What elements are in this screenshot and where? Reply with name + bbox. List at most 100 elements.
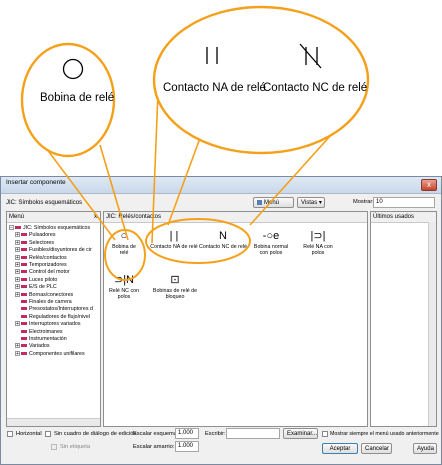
help-button[interactable]: Ayuda — [413, 443, 437, 454]
write-label: Escribir: — [205, 431, 226, 437]
category-icon — [21, 233, 27, 237]
expand-icon[interactable]: + — [15, 247, 20, 253]
menu-icon — [257, 199, 262, 205]
no-contact-callout-label: Contacto NA de relé — [163, 82, 266, 94]
symbol-icon: | | — [169, 230, 179, 242]
symbol-item[interactable]: -○e Bobina normal con polos — [251, 228, 291, 256]
write-field[interactable] — [226, 428, 280, 439]
expand-icon[interactable]: + — [15, 269, 20, 275]
tree-item[interactable]: + Variados — [15, 343, 50, 350]
tree-item-label: Instrumentación — [29, 336, 67, 342]
menu-button[interactable]: Menú — [253, 197, 294, 208]
category-icon — [21, 329, 27, 333]
expand-icon[interactable]: + — [15, 343, 20, 349]
expand-icon[interactable]: + — [15, 276, 20, 282]
tree-item-label: Finales de carrera — [29, 299, 72, 305]
tree-item[interactable]: + E/S de PLC — [15, 284, 57, 291]
symbols-panel: JIC: Relés/contactos ○ Bobina de relé | | C… — [103, 211, 368, 427]
menu-panel-header: Menú x — [7, 212, 100, 223]
tree-item[interactable]: + Relés/contactos — [15, 255, 67, 262]
symbol-label: Contacto NC de relé — [199, 244, 247, 250]
menu-panel: Menú x − JIC: Símbolos esquemáticos + Pulsa… — [6, 211, 101, 427]
category-icon — [21, 322, 27, 326]
insert-component-dialog: Insertar componente x JIC: Símbolos esqu… — [0, 176, 442, 465]
dialog-body: JIC: Símbolos esquemáticos Menú Vistas ▾… — [1, 194, 441, 464]
expand-icon[interactable]: + — [15, 239, 20, 245]
tree-item-label: E/S de PLC — [29, 284, 57, 291]
expand-icon[interactable]: + — [15, 291, 20, 297]
symbol-item[interactable]: ○ Bobina de relé — [108, 228, 140, 256]
contacts-callout-bubble — [152, 5, 370, 155]
expand-icon[interactable]: + — [15, 321, 20, 327]
no-edit-dialog-label: Sin cuadro de diálogo de edición — [54, 431, 137, 437]
tree-item-label: Selectores — [29, 239, 55, 246]
category-icon — [21, 337, 27, 341]
menu-panel-close-icon[interactable]: x — [94, 212, 97, 222]
symbol-icon: |⊃| — [310, 230, 326, 242]
symbol-item[interactable]: N Contacto NC de relé — [198, 228, 248, 250]
expand-icon[interactable]: + — [15, 284, 20, 290]
symbol-item[interactable]: | | Contacto NA de relé — [150, 228, 198, 250]
no-label-checkbox[interactable] — [51, 444, 57, 450]
tree-item[interactable]: Instrumentación — [15, 336, 67, 343]
symbol-icon: ⊡ — [170, 274, 180, 286]
tree-item[interactable]: + Bornas/conectores — [15, 292, 73, 299]
category-icon — [21, 255, 27, 259]
expand-icon[interactable]: + — [15, 232, 20, 238]
tree-item[interactable]: Reguladores de flujo/nivel — [15, 314, 90, 321]
tree-item[interactable]: + Fusibles/disyuntores de cir — [15, 247, 92, 254]
nc-contact-zoom-icon — [299, 43, 322, 69]
tree-item[interactable]: + Interruptores variados — [15, 321, 81, 328]
tree-item-label: Pulsadores — [29, 232, 56, 239]
category-icon — [21, 300, 27, 304]
category-icon — [21, 240, 27, 244]
category-icon — [21, 277, 27, 281]
browse-button[interactable]: Examinar... — [283, 428, 318, 439]
expand-icon[interactable]: + — [15, 262, 20, 268]
symbol-item[interactable]: ⊃|N Relé NC con polos — [104, 272, 144, 300]
recent-vertical-scrollbar[interactable] — [428, 222, 436, 426]
tree-item[interactable]: + Selectores — [15, 240, 54, 247]
collapse-icon[interactable]: − — [9, 225, 14, 231]
symbol-icon: ⊃|N — [113, 274, 135, 286]
always-show-menu-checkbox[interactable] — [322, 431, 328, 437]
cancel-button[interactable]: Cancelar — [361, 443, 392, 454]
nc-contact-callout-label: Contacto NC de relé — [263, 82, 368, 94]
show-count-field[interactable]: 10 — [373, 197, 435, 208]
horizontal-label: Horizontal — [16, 431, 42, 437]
symbol-icon: N — [219, 230, 227, 242]
horizontal-checkbox[interactable] — [7, 431, 13, 437]
tree-item[interactable]: + Pulsadores — [15, 232, 56, 239]
expand-icon[interactable]: + — [15, 350, 20, 356]
tree-item-label: Relés/contactos — [29, 254, 67, 261]
close-button[interactable]: x — [421, 179, 437, 191]
title-bar[interactable]: Insertar componente x — [1, 177, 441, 194]
tree-item[interactable]: + Temporizadores — [15, 262, 67, 269]
accept-button[interactable]: Aceptar — [322, 443, 358, 454]
window-title: Insertar componente — [6, 179, 66, 186]
tree-item-label: JIC: Símbolos esquemáticos — [23, 225, 91, 231]
menu-horizontal-scrollbar[interactable] — [7, 418, 100, 426]
tree-item-label: Control del motor — [29, 269, 70, 276]
tree-item[interactable]: Electroimanes — [15, 329, 63, 336]
recent-panel-header: Últimos usados — [371, 212, 436, 223]
tree-item[interactable]: + Luces piloto — [15, 277, 57, 284]
scale-schematic-field[interactable]: 1.000 — [175, 428, 199, 439]
tree-item[interactable]: + Control del motor — [15, 269, 70, 276]
scale-ladder-field[interactable]: 1.000 — [175, 441, 199, 452]
category-icon — [21, 351, 27, 355]
category-icon — [15, 226, 21, 230]
symbol-item[interactable]: |⊃| Relé NA con polos — [297, 228, 339, 256]
expand-icon[interactable]: + — [15, 254, 20, 260]
tree-root-item[interactable]: − JIC: Símbolos esquemáticos — [9, 225, 90, 232]
symbol-icon: ○ — [120, 230, 128, 242]
tree-item-label: Temporizadores — [29, 262, 67, 268]
symbol-item[interactable]: ⊡ Bobinas de relé de bloqueo — [148, 272, 202, 300]
menu-button-label: Menú — [264, 200, 280, 206]
tree-item[interactable]: Finales de carrera — [15, 299, 72, 306]
tree-item[interactable]: + Componentes unifilares — [15, 351, 85, 358]
views-button[interactable]: Vistas ▾ — [297, 197, 325, 208]
symbol-label: Relé NC con polos — [108, 288, 140, 300]
tree-item[interactable]: Presostatos/Interruptores d — [15, 306, 93, 313]
no-edit-dialog-checkbox[interactable] — [45, 431, 51, 437]
